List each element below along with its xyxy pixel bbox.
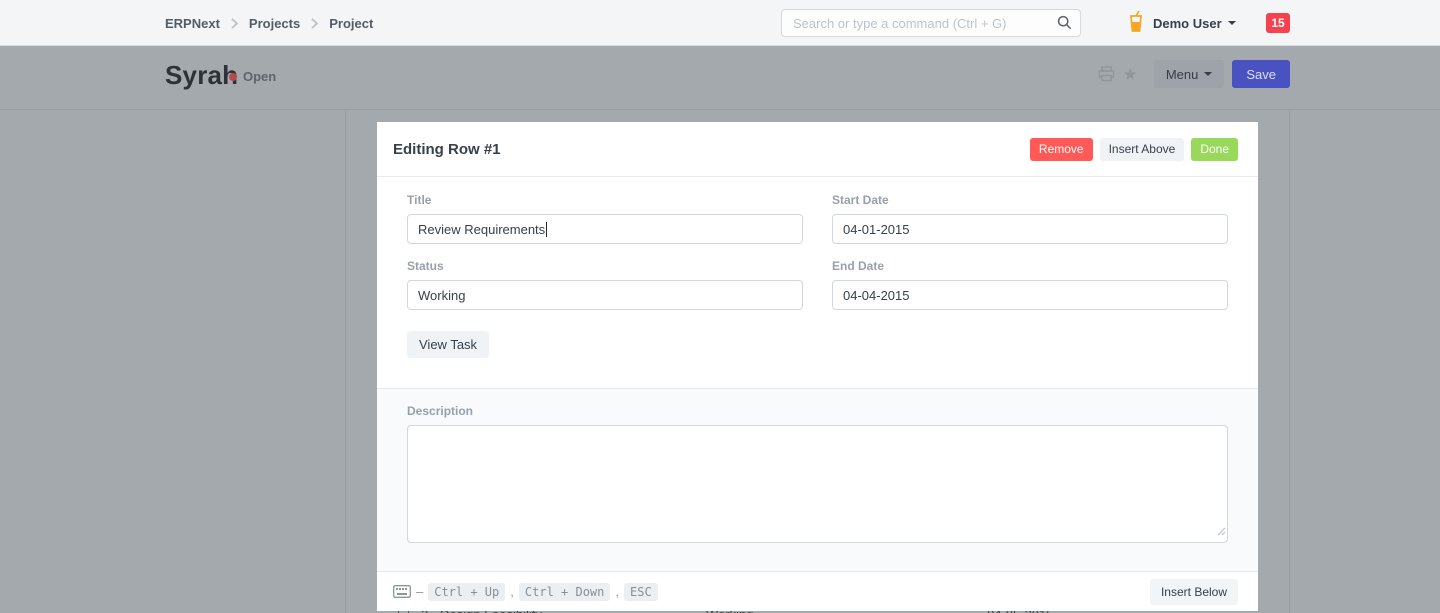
start-date-input[interactable] bbox=[832, 214, 1228, 244]
comma: , bbox=[510, 584, 514, 599]
title-input[interactable]: Review Requirements bbox=[407, 214, 803, 244]
star-icon[interactable]: ★ bbox=[1123, 66, 1138, 83]
insert-below-button[interactable]: Insert Below bbox=[1150, 579, 1238, 605]
done-button[interactable]: Done bbox=[1191, 138, 1238, 161]
row-editor-panel: Editing Row #1 Remove Insert Above Done … bbox=[377, 122, 1258, 611]
user-name[interactable]: Demo User bbox=[1153, 16, 1236, 31]
top-navbar: ERPNext Projects Project Demo User 15 bbox=[0, 0, 1440, 46]
editor-heading: Editing Row #1 bbox=[393, 141, 501, 158]
global-search bbox=[781, 9, 1081, 37]
description-section: Description bbox=[377, 388, 1258, 571]
status-input[interactable] bbox=[407, 280, 803, 310]
print-icon[interactable] bbox=[1098, 66, 1115, 82]
remove-button[interactable]: Remove bbox=[1030, 138, 1093, 161]
insert-above-button[interactable]: Insert Above bbox=[1100, 138, 1185, 161]
row-editor-header: Editing Row #1 Remove Insert Above Done bbox=[377, 122, 1258, 177]
layout-divider bbox=[1289, 110, 1290, 613]
search-icon[interactable] bbox=[1057, 15, 1072, 35]
shortcut-ctrl-up: Ctrl + Up bbox=[428, 583, 505, 601]
status-label: Status bbox=[407, 259, 803, 273]
chevron-right-icon bbox=[311, 18, 318, 29]
save-button[interactable]: Save bbox=[1232, 60, 1290, 88]
search-input[interactable] bbox=[781, 9, 1081, 37]
shortcut-esc: ESC bbox=[624, 583, 658, 601]
description-textarea[interactable] bbox=[407, 425, 1228, 543]
status-dot-icon bbox=[229, 73, 237, 81]
layout-divider bbox=[345, 110, 346, 613]
start-date-label: Start Date bbox=[832, 193, 1228, 207]
user-menu[interactable]: Demo User bbox=[1128, 0, 1236, 46]
comma: , bbox=[615, 584, 619, 599]
view-task-button[interactable]: View Task bbox=[407, 331, 489, 358]
menu-button[interactable]: Menu bbox=[1154, 60, 1225, 88]
end-date-input[interactable] bbox=[832, 280, 1228, 310]
avatar-juice-icon bbox=[1128, 10, 1144, 37]
text-cursor bbox=[546, 222, 547, 237]
row-editor-form: Title Review Requirements Status View Ta… bbox=[377, 177, 1258, 388]
breadcrumb-erpnext[interactable]: ERPNext bbox=[165, 16, 220, 31]
chevron-down-icon bbox=[1228, 21, 1236, 25]
status-indicator: Open bbox=[229, 69, 276, 84]
header-actions: ★ Menu Save bbox=[1098, 60, 1290, 88]
dash-separator: – bbox=[416, 584, 423, 599]
end-date-label: End Date bbox=[832, 259, 1228, 273]
resize-grip-icon[interactable] bbox=[1216, 523, 1226, 541]
description-label: Description bbox=[407, 404, 1228, 418]
keyboard-icon bbox=[393, 585, 411, 598]
page-title: Syrah bbox=[165, 60, 238, 91]
chevron-right-icon bbox=[231, 18, 238, 29]
status-label: Open bbox=[243, 69, 276, 84]
breadcrumb-project[interactable]: Project bbox=[329, 16, 373, 31]
keyboard-shortcuts: – Ctrl + Up , Ctrl + Down , ESC bbox=[393, 583, 658, 601]
title-label: Title bbox=[407, 193, 803, 207]
chevron-down-icon bbox=[1204, 72, 1212, 76]
breadcrumb: ERPNext Projects Project bbox=[165, 0, 373, 46]
notification-badge[interactable]: 15 bbox=[1266, 13, 1290, 33]
shortcut-ctrl-down: Ctrl + Down bbox=[519, 583, 610, 601]
row-editor-footer: – Ctrl + Up , Ctrl + Down , ESC Insert B… bbox=[377, 571, 1258, 611]
page-header: Syrah Open ★ Menu Save bbox=[0, 46, 1440, 110]
breadcrumb-projects[interactable]: Projects bbox=[249, 16, 300, 31]
